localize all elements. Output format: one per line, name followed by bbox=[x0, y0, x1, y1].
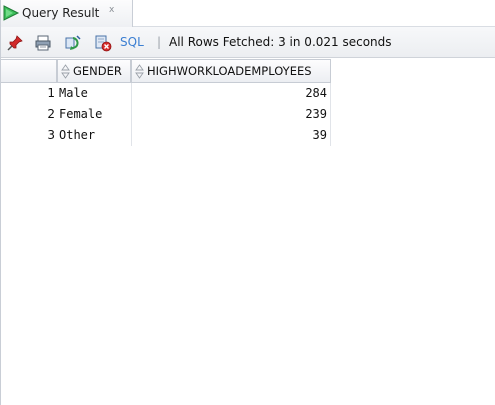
gender-cell[interactable]: Other bbox=[59, 125, 131, 146]
cell-divider bbox=[131, 125, 132, 146]
highworkloademployees-cell[interactable]: 239 bbox=[133, 104, 327, 125]
column-header-label: GENDER bbox=[73, 64, 122, 78]
row-number: 1 bbox=[47, 86, 55, 100]
cell-divider bbox=[330, 125, 331, 146]
gender-cell[interactable]: Female bbox=[59, 104, 131, 125]
grid-header-row: GENDER HIGHWORKLOADEMPLOYEES bbox=[1, 59, 495, 83]
cell-divider bbox=[131, 104, 132, 125]
tab-close-icon[interactable]: x bbox=[109, 5, 114, 15]
highworkloademployees-cell[interactable]: 39 bbox=[133, 125, 327, 146]
row-number-header[interactable] bbox=[1, 59, 57, 83]
refresh-icon[interactable] bbox=[64, 34, 82, 52]
row-number: 2 bbox=[47, 107, 55, 121]
toolbar-separator: | bbox=[157, 35, 162, 49]
column-header-gender[interactable]: GENDER bbox=[57, 59, 131, 83]
table-row[interactable]: 1 Male 284 bbox=[1, 83, 495, 104]
tab-query-result[interactable]: Query Result x bbox=[1, 0, 133, 27]
table-row[interactable]: 2 Female 239 bbox=[1, 104, 495, 125]
tab-title: Query Result bbox=[22, 6, 100, 20]
sql-link[interactable]: SQL bbox=[120, 35, 144, 49]
clear-icon[interactable] bbox=[94, 34, 112, 52]
cell-divider bbox=[330, 104, 331, 125]
result-grid: GENDER HIGHWORKLOADEMPLOYEES 1 Male 284 … bbox=[1, 59, 495, 146]
row-number: 3 bbox=[47, 128, 55, 142]
table-row[interactable]: 3 Other 39 bbox=[1, 125, 495, 146]
column-header-highworkloademployees[interactable]: HIGHWORKLOADEMPLOYEES bbox=[131, 59, 331, 83]
fetch-status-text: All Rows Fetched: 3 in 0.021 seconds bbox=[169, 35, 392, 49]
cell-divider bbox=[330, 83, 331, 104]
tab-strip: Query Result x bbox=[1, 0, 495, 27]
highworkloademployees-cell[interactable]: 284 bbox=[133, 83, 327, 104]
sort-arrows-icon bbox=[61, 64, 70, 79]
cell-divider bbox=[131, 83, 132, 104]
column-header-label: HIGHWORKLOADEMPLOYEES bbox=[147, 64, 312, 78]
gender-cell[interactable]: Male bbox=[59, 83, 131, 104]
query-result-panel: Query Result x SQL | All Rows Fetched: 3… bbox=[0, 0, 495, 405]
pin-icon[interactable] bbox=[6, 34, 24, 52]
print-icon[interactable] bbox=[34, 34, 52, 52]
result-toolbar: SQL | All Rows Fetched: 3 in 0.021 secon… bbox=[1, 27, 495, 58]
run-triangle-icon bbox=[3, 5, 20, 21]
sort-arrows-icon bbox=[135, 64, 144, 79]
